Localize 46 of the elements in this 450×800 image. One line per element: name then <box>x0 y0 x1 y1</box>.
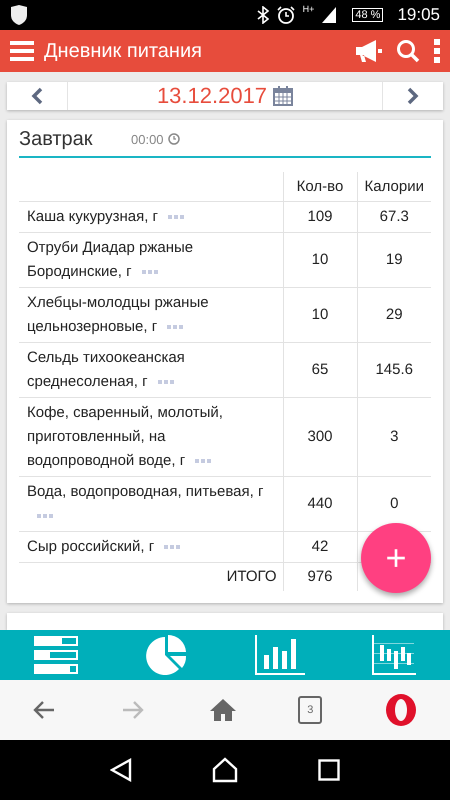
candlestick-chart-icon[interactable] <box>372 635 416 675</box>
food-name[interactable]: Вода, водопроводная, питьевая, г <box>27 480 274 528</box>
next-day-button[interactable] <box>383 82 443 110</box>
chevron-right-icon[interactable] <box>407 86 419 105</box>
calories: 67.3 <box>380 208 409 226</box>
total-label: ИТОГО <box>226 568 276 586</box>
previous-day-button[interactable] <box>7 82 67 110</box>
bar-chart-icon[interactable] <box>254 635 305 675</box>
app-shield-icon <box>10 5 28 25</box>
more-vertical-icon[interactable] <box>434 39 440 63</box>
quantity: 440 <box>307 495 333 512</box>
clock: 19:05 <box>397 5 440 25</box>
quantity: 10 <box>312 306 328 324</box>
food-name[interactable]: Каша кукурузная, г <box>27 205 274 230</box>
calories: 19 <box>386 251 403 268</box>
quantity: 300 <box>307 428 333 446</box>
quantity: 42 <box>312 538 328 556</box>
column-header: Кол-во <box>283 172 357 202</box>
quantity: 109 <box>307 208 333 226</box>
app-title: Дневник питания <box>44 40 203 62</box>
calories: 0 <box>390 495 398 512</box>
meal-time[interactable]: 00:00 <box>131 132 164 147</box>
meal-title: Завтрак <box>19 128 94 151</box>
column-header: Калории <box>357 172 431 202</box>
food-name[interactable]: Хлебцы-молодцы ржаные цельнозерновые, г <box>27 291 274 340</box>
calories: 145.6 <box>375 361 414 378</box>
calories: 29 <box>386 306 403 324</box>
chevron-left-icon[interactable] <box>31 86 43 105</box>
total-quantity: 976 <box>307 568 333 586</box>
food-name[interactable]: Сыр российский, г <box>27 535 274 560</box>
pie-chart-icon[interactable] <box>145 635 188 675</box>
calories: 3 <box>390 428 398 446</box>
tabs-button[interactable]: 3 <box>298 696 322 724</box>
food-name[interactable]: Сельдь тихоокеанская среднесоленая, г <box>27 346 274 394</box>
clock-icon[interactable] <box>168 133 180 146</box>
food-name[interactable]: Отруби Диадар ржаные Бородинские, г <box>27 236 274 284</box>
alarm-clock-icon <box>276 6 295 24</box>
bluetooth-icon <box>256 6 269 24</box>
quantity: 65 <box>312 361 328 378</box>
battery-indicator: 48 % <box>352 8 384 22</box>
list-icon[interactable] <box>34 636 78 674</box>
food-name[interactable]: Кофе, сваренный, молотый, приготовленный, на водопроводной воде, г <box>27 401 274 474</box>
quantity: 10 <box>312 251 328 268</box>
signal-icon <box>322 7 336 23</box>
calendar-icon[interactable] <box>273 86 294 106</box>
network-type: H+ <box>302 4 314 14</box>
